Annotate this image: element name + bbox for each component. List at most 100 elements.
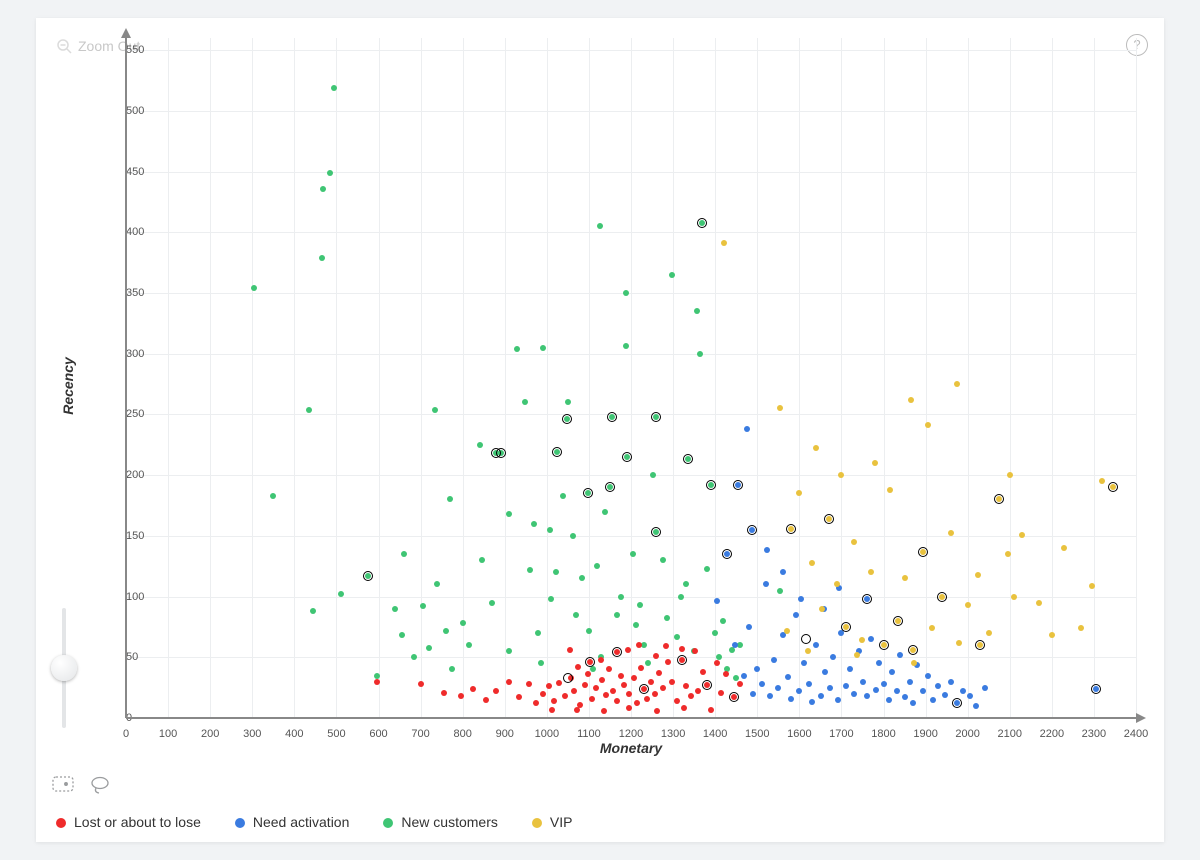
- data-point[interactable]: [556, 680, 562, 686]
- data-point[interactable]: [654, 708, 660, 714]
- data-point[interactable]: [809, 560, 815, 566]
- data-point-selected[interactable]: [585, 657, 595, 667]
- data-point[interactable]: [331, 85, 337, 91]
- data-point[interactable]: [806, 681, 812, 687]
- data-point[interactable]: [656, 670, 662, 676]
- data-point[interactable]: [614, 698, 620, 704]
- data-point[interactable]: [634, 700, 640, 706]
- data-point[interactable]: [374, 679, 380, 685]
- data-point-selected[interactable]: [893, 616, 903, 626]
- data-point[interactable]: [694, 308, 700, 314]
- data-point[interactable]: [618, 594, 624, 600]
- data-point[interactable]: [470, 686, 476, 692]
- data-point[interactable]: [599, 677, 605, 683]
- data-point[interactable]: [626, 691, 632, 697]
- data-point[interactable]: [652, 691, 658, 697]
- data-point[interactable]: [868, 636, 874, 642]
- data-point[interactable]: [805, 648, 811, 654]
- data-point[interactable]: [960, 688, 966, 694]
- data-point[interactable]: [780, 569, 786, 575]
- data-point-selected[interactable]: [651, 527, 661, 537]
- data-point[interactable]: [886, 697, 892, 703]
- data-point[interactable]: [594, 563, 600, 569]
- data-point-selected[interactable]: [697, 218, 707, 228]
- data-point[interactable]: [251, 285, 257, 291]
- data-point[interactable]: [868, 569, 874, 575]
- data-point[interactable]: [838, 472, 844, 478]
- data-point[interactable]: [633, 622, 639, 628]
- data-point[interactable]: [911, 660, 917, 666]
- lasso-select-icon[interactable]: [90, 776, 110, 794]
- data-point-selected[interactable]: [729, 692, 739, 702]
- data-point[interactable]: [902, 575, 908, 581]
- data-point[interactable]: [771, 657, 777, 663]
- data-point[interactable]: [392, 606, 398, 612]
- data-point[interactable]: [535, 630, 541, 636]
- data-point[interactable]: [1019, 532, 1025, 538]
- data-point[interactable]: [664, 615, 670, 621]
- data-point[interactable]: [553, 569, 559, 575]
- data-point[interactable]: [570, 533, 576, 539]
- data-point[interactable]: [1089, 583, 1095, 589]
- data-point[interactable]: [925, 422, 931, 428]
- data-point[interactable]: [660, 557, 666, 563]
- data-point[interactable]: [514, 346, 520, 352]
- data-point[interactable]: [516, 694, 522, 700]
- data-point[interactable]: [663, 643, 669, 649]
- data-point[interactable]: [948, 679, 954, 685]
- data-point[interactable]: [626, 705, 632, 711]
- data-point[interactable]: [458, 693, 464, 699]
- data-point[interactable]: [775, 685, 781, 691]
- data-point[interactable]: [744, 426, 750, 432]
- data-point[interactable]: [873, 687, 879, 693]
- data-point[interactable]: [930, 697, 936, 703]
- data-point-selected[interactable]: [801, 634, 811, 644]
- data-point[interactable]: [737, 681, 743, 687]
- data-point[interactable]: [819, 606, 825, 612]
- data-point[interactable]: [854, 652, 860, 658]
- data-point[interactable]: [851, 691, 857, 697]
- data-point[interactable]: [606, 666, 612, 672]
- data-point[interactable]: [306, 407, 312, 413]
- data-point-selected[interactable]: [722, 549, 732, 559]
- box-select-icon[interactable]: [52, 776, 74, 794]
- data-point-selected[interactable]: [622, 452, 632, 462]
- data-point[interactable]: [793, 612, 799, 618]
- data-point[interactable]: [746, 624, 752, 630]
- data-point[interactable]: [571, 688, 577, 694]
- data-point[interactable]: [449, 666, 455, 672]
- slider-knob[interactable]: [51, 655, 77, 681]
- data-point[interactable]: [601, 708, 607, 714]
- data-point[interactable]: [441, 690, 447, 696]
- data-point[interactable]: [700, 669, 706, 675]
- data-point-selected[interactable]: [363, 571, 373, 581]
- data-point[interactable]: [813, 642, 819, 648]
- data-point[interactable]: [630, 551, 636, 557]
- data-point[interactable]: [623, 290, 629, 296]
- data-point[interactable]: [718, 690, 724, 696]
- data-point[interactable]: [631, 675, 637, 681]
- data-point[interactable]: [897, 652, 903, 658]
- data-point[interactable]: [1011, 594, 1017, 600]
- data-point[interactable]: [796, 688, 802, 694]
- data-point[interactable]: [1007, 472, 1013, 478]
- data-point[interactable]: [942, 692, 948, 698]
- data-point[interactable]: [506, 511, 512, 517]
- data-point[interactable]: [859, 637, 865, 643]
- data-point-selected[interactable]: [583, 488, 593, 498]
- data-point[interactable]: [679, 646, 685, 652]
- data-point[interactable]: [653, 653, 659, 659]
- data-point[interactable]: [327, 170, 333, 176]
- data-point[interactable]: [697, 351, 703, 357]
- data-point[interactable]: [483, 697, 489, 703]
- data-point[interactable]: [818, 693, 824, 699]
- data-point[interactable]: [764, 547, 770, 553]
- data-point-selected[interactable]: [824, 514, 834, 524]
- data-point[interactable]: [975, 572, 981, 578]
- data-point-selected[interactable]: [918, 547, 928, 557]
- data-point[interactable]: [426, 645, 432, 651]
- data-point[interactable]: [610, 688, 616, 694]
- data-point[interactable]: [493, 688, 499, 694]
- data-point[interactable]: [714, 660, 720, 666]
- data-point[interactable]: [648, 679, 654, 685]
